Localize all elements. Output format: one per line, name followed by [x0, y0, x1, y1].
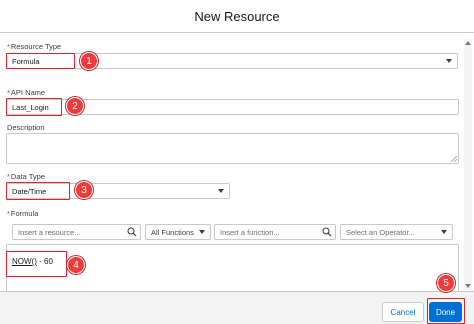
cancel-button[interactable]: Cancel	[382, 302, 424, 322]
resource-search-input[interactable]: Insert a resource...	[12, 224, 141, 240]
annotation-badge-3: 3	[75, 181, 93, 199]
annotation-highlight-api-name	[6, 98, 62, 116]
resize-grip-icon[interactable]	[451, 156, 457, 162]
annotation-highlight-resource-type	[6, 53, 75, 69]
formula-label: *Formula	[7, 209, 39, 218]
scrollbar-track[interactable]	[464, 39, 472, 291]
search-icon	[127, 227, 137, 237]
functions-filter-select[interactable]: All Functions	[145, 224, 211, 240]
function-search-input[interactable]: Insert a function...	[214, 224, 336, 240]
annotation-badge-5: 5	[437, 274, 455, 292]
annotation-badge-1: 1	[80, 52, 98, 70]
scroll-down-arrow-icon[interactable]	[465, 284, 471, 288]
modal-header: New Resource	[0, 0, 474, 33]
annotation-highlight-formula	[6, 251, 67, 277]
description-textarea[interactable]	[6, 133, 459, 164]
data-type-label: *Data Type	[7, 172, 45, 181]
scroll-up-arrow-icon[interactable]	[465, 41, 471, 45]
api-name-label: *API Name	[7, 88, 46, 97]
description-label: Description	[7, 123, 45, 132]
chevron-down-icon	[446, 59, 452, 63]
modal-title: New Resource	[194, 8, 280, 24]
chevron-down-icon	[441, 230, 447, 234]
annotation-highlight-data-type	[6, 182, 70, 200]
annotation-badge-4: 4	[67, 256, 85, 274]
resource-type-label: *Resource Type	[7, 42, 62, 51]
chevron-down-icon	[218, 189, 224, 193]
annotation-badge-2: 2	[66, 97, 84, 115]
chevron-down-icon	[199, 230, 205, 234]
required-marker: *	[7, 42, 10, 51]
search-icon	[322, 227, 332, 237]
operator-select[interactable]: Select an Operator...	[340, 224, 453, 240]
annotation-highlight-done	[427, 298, 465, 324]
